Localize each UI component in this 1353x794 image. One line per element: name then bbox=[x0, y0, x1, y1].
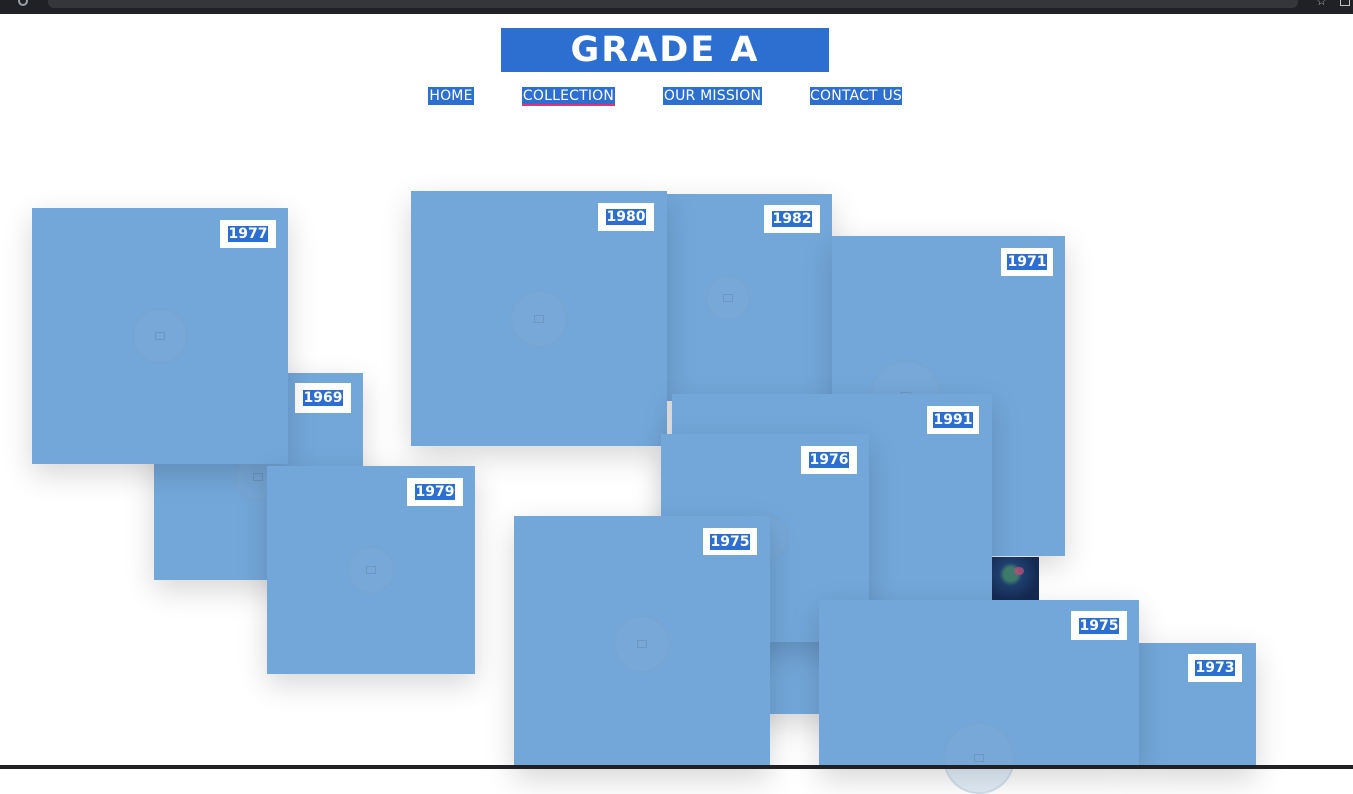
address-bar[interactable] bbox=[48, 0, 1298, 8]
year-badge: 1973 bbox=[1188, 654, 1242, 682]
extensions-icon[interactable] bbox=[1340, 0, 1350, 6]
record-card[interactable]: 1975 bbox=[819, 600, 1139, 794]
site-logo[interactable]: GRADE A VINYL bbox=[501, 28, 829, 114]
record-card[interactable]: 1979 bbox=[267, 466, 475, 674]
reload-icon[interactable] bbox=[18, 0, 28, 6]
record-card[interactable]: 1975 bbox=[514, 516, 770, 769]
vinyl-placeholder-icon bbox=[943, 722, 1015, 794]
vinyl-placeholder-icon bbox=[510, 290, 568, 348]
year-badge: 1976 bbox=[801, 446, 857, 474]
year-badge: 1975 bbox=[1071, 611, 1127, 640]
year-badge: 1982 bbox=[764, 205, 820, 233]
record-card[interactable]: 1982 bbox=[667, 194, 832, 401]
year-badge: 1969 bbox=[295, 383, 351, 413]
record-card[interactable]: 1973 bbox=[1139, 643, 1256, 769]
year-badge: 1980 bbox=[598, 203, 654, 231]
vinyl-placeholder-icon bbox=[705, 275, 751, 321]
browser-toolbar: ☆ bbox=[0, 0, 1353, 14]
vinyl-placeholder-icon bbox=[613, 615, 671, 673]
year-badge: 1979 bbox=[407, 478, 463, 506]
year-badge: 1977 bbox=[220, 220, 276, 248]
window-bottom-edge bbox=[0, 765, 1353, 769]
year-badge: 1991 bbox=[927, 406, 979, 434]
record-card[interactable]: 1980 bbox=[411, 191, 667, 446]
nav-collection[interactable]: COLLECTION bbox=[522, 87, 615, 106]
year-badge: 1971 bbox=[1001, 248, 1053, 276]
nav-our-mission[interactable]: OUR MISSION bbox=[663, 87, 762, 105]
vinyl-placeholder-icon bbox=[132, 308, 188, 364]
nav-contact-us[interactable]: CONTACT US bbox=[810, 87, 902, 105]
nav-home[interactable]: HOME bbox=[428, 87, 474, 105]
bookmark-star-icon[interactable]: ☆ bbox=[1316, 0, 1327, 8]
vinyl-placeholder-icon bbox=[347, 546, 395, 594]
record-card[interactable]: 1977 bbox=[32, 208, 288, 464]
year-badge: 1975 bbox=[703, 528, 757, 555]
album-cover-thumbnail[interactable] bbox=[992, 557, 1039, 600]
